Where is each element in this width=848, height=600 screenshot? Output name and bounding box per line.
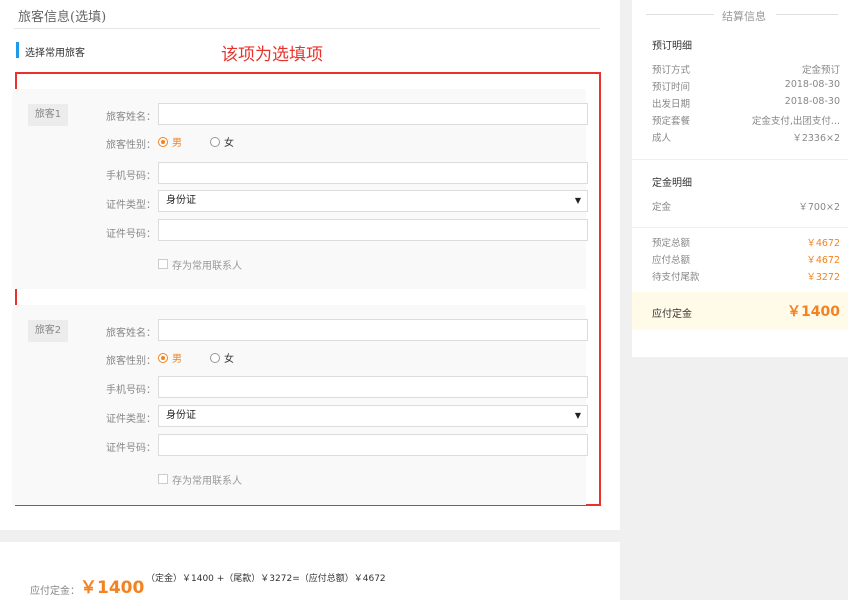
deposit-due-label: 应付定金： (30, 586, 80, 597)
name-label: 旅客姓名： (106, 328, 156, 339)
booking-row: 预订方式 定金预订 (652, 62, 840, 76)
id-type-select[interactable]: 身份证 ▼ (158, 405, 588, 427)
id-type-label: 证件类型： (106, 200, 156, 211)
deposit-due-box: 应付定金 ￥1400 (632, 292, 848, 330)
gender-male-radio[interactable] (158, 137, 168, 147)
phone-input[interactable] (158, 162, 588, 184)
row-value: ￥700×2 (798, 202, 840, 213)
row-value: ￥4672 (806, 255, 840, 266)
id-number-input[interactable] (158, 219, 588, 241)
optional-annotation: 该项为选填项 (221, 45, 323, 65)
name-label: 旅客姓名： (106, 112, 156, 123)
section-divider (632, 159, 848, 160)
total-row: 待支付尾款 ￥3272 (652, 269, 840, 283)
row-label: 应付总额 (652, 255, 691, 266)
id-number-label: 证件号码： (106, 229, 156, 240)
deposit-row: 定金 ￥700×2 (652, 199, 840, 213)
save-contact-label[interactable]: 存为常用联系人 (172, 257, 242, 272)
booking-row: 预订时间 2018-08-30 (652, 79, 840, 93)
deposit-due-amount: ￥1400 (80, 578, 145, 598)
settlement-heading: 结算信息 (722, 10, 766, 23)
total-row: 预定总额 ￥4672 (652, 235, 840, 249)
gender-female-label[interactable]: 女 (224, 134, 234, 149)
name-input[interactable] (158, 319, 588, 341)
id-type-select[interactable]: 身份证 ▼ (158, 190, 588, 212)
row-label: 出发日期 (652, 99, 691, 110)
total-row: 应付总额 ￥4672 (652, 252, 840, 266)
gender-male-radio[interactable] (158, 353, 168, 363)
booking-detail-title: 预订明细 (652, 41, 692, 52)
heading-rule-right (776, 14, 838, 15)
row-label: 预定总额 (652, 238, 691, 249)
booking-row: 预定套餐 定金支付,出团支付... (652, 113, 840, 127)
row-label: 成人 (652, 133, 672, 144)
id-type-label: 证件类型： (106, 414, 156, 425)
title-divider (14, 28, 600, 29)
heading-rule-left (646, 14, 714, 15)
traveler-form-1: 旅客1 旅客姓名： 旅客性别： 男 女 手机号码： 证件类型： 身份证 ▼ 证件… (12, 89, 588, 289)
row-value: ￥2336×2 (792, 133, 840, 144)
save-contact-checkbox[interactable] (158, 474, 168, 484)
traveler-tag: 旅客2 (28, 320, 68, 342)
gender-male-label[interactable]: 男 (172, 350, 182, 365)
common-travelers-marker (16, 42, 19, 58)
save-contact-checkbox[interactable] (158, 259, 168, 269)
dropdown-arrow-icon: ▼ (574, 196, 581, 205)
row-value: 定金预订 (801, 65, 840, 76)
gender-label: 旅客性别： (106, 356, 156, 367)
booking-row: 成人 ￥2336×2 (652, 130, 840, 144)
payment-formula: （定金）￥1400 +（尾款）￥3272=（应付总额）￥4672 (146, 574, 386, 584)
gender-female-radio[interactable] (210, 353, 220, 363)
row-value: ￥3272 (806, 272, 840, 283)
gender-label: 旅客性别： (106, 140, 156, 151)
row-value: ￥4672 (806, 238, 840, 249)
phone-label: 手机号码： (106, 171, 156, 182)
row-label: 待支付尾款 (652, 272, 700, 283)
id-type-value: 身份证 (166, 195, 196, 206)
deposit-due-label: 应付定金 (652, 309, 692, 320)
row-value: 定金支付,出团支付... (751, 116, 840, 127)
row-value: 2018-08-30 (784, 96, 840, 107)
id-number-label: 证件号码： (106, 443, 156, 454)
name-input[interactable] (158, 103, 588, 125)
row-label: 预订方式 (652, 65, 691, 76)
payment-summary-bar: 应付定金： ￥1400 （定金）￥1400 +（尾款）￥3272=（应付总额）￥… (0, 542, 620, 600)
dropdown-arrow-icon: ▼ (574, 411, 581, 420)
save-contact-label[interactable]: 存为常用联系人 (172, 472, 242, 487)
gender-female-label[interactable]: 女 (224, 350, 234, 365)
gender-female-radio[interactable] (210, 137, 220, 147)
row-value: 2018-08-30 (784, 79, 840, 90)
id-number-input[interactable] (158, 434, 588, 456)
row-label: 预定套餐 (652, 116, 691, 127)
deposit-detail-title: 定金明细 (652, 178, 692, 189)
traveler-tag: 旅客1 (28, 104, 68, 126)
booking-row: 出发日期 2018-08-30 (652, 96, 840, 110)
deposit-due-value: ￥1400 (787, 304, 840, 320)
phone-input[interactable] (158, 376, 588, 398)
traveler-info-panel: 旅客信息(选填) 选择常用旅客 该项为选填项 旅客1 旅客姓名： 旅客性别： 男… (0, 0, 620, 530)
section-title: 旅客信息(选填) (18, 10, 107, 25)
id-type-value: 身份证 (166, 410, 196, 421)
row-label: 定金 (652, 202, 672, 213)
phone-label: 手机号码： (106, 385, 156, 396)
section-divider (632, 227, 848, 228)
row-label: 预订时间 (652, 82, 691, 93)
select-common-travelers-link[interactable]: 选择常用旅客 (25, 44, 85, 59)
settlement-panel: 结算信息 预订明细 预订方式 定金预订 预订时间 2018-08-30 出发日期… (632, 0, 848, 357)
traveler-form-2: 旅客2 旅客姓名： 旅客性别： 男 女 手机号码： 证件类型： 身份证 ▼ 证件… (12, 305, 588, 505)
gender-male-label[interactable]: 男 (172, 134, 182, 149)
